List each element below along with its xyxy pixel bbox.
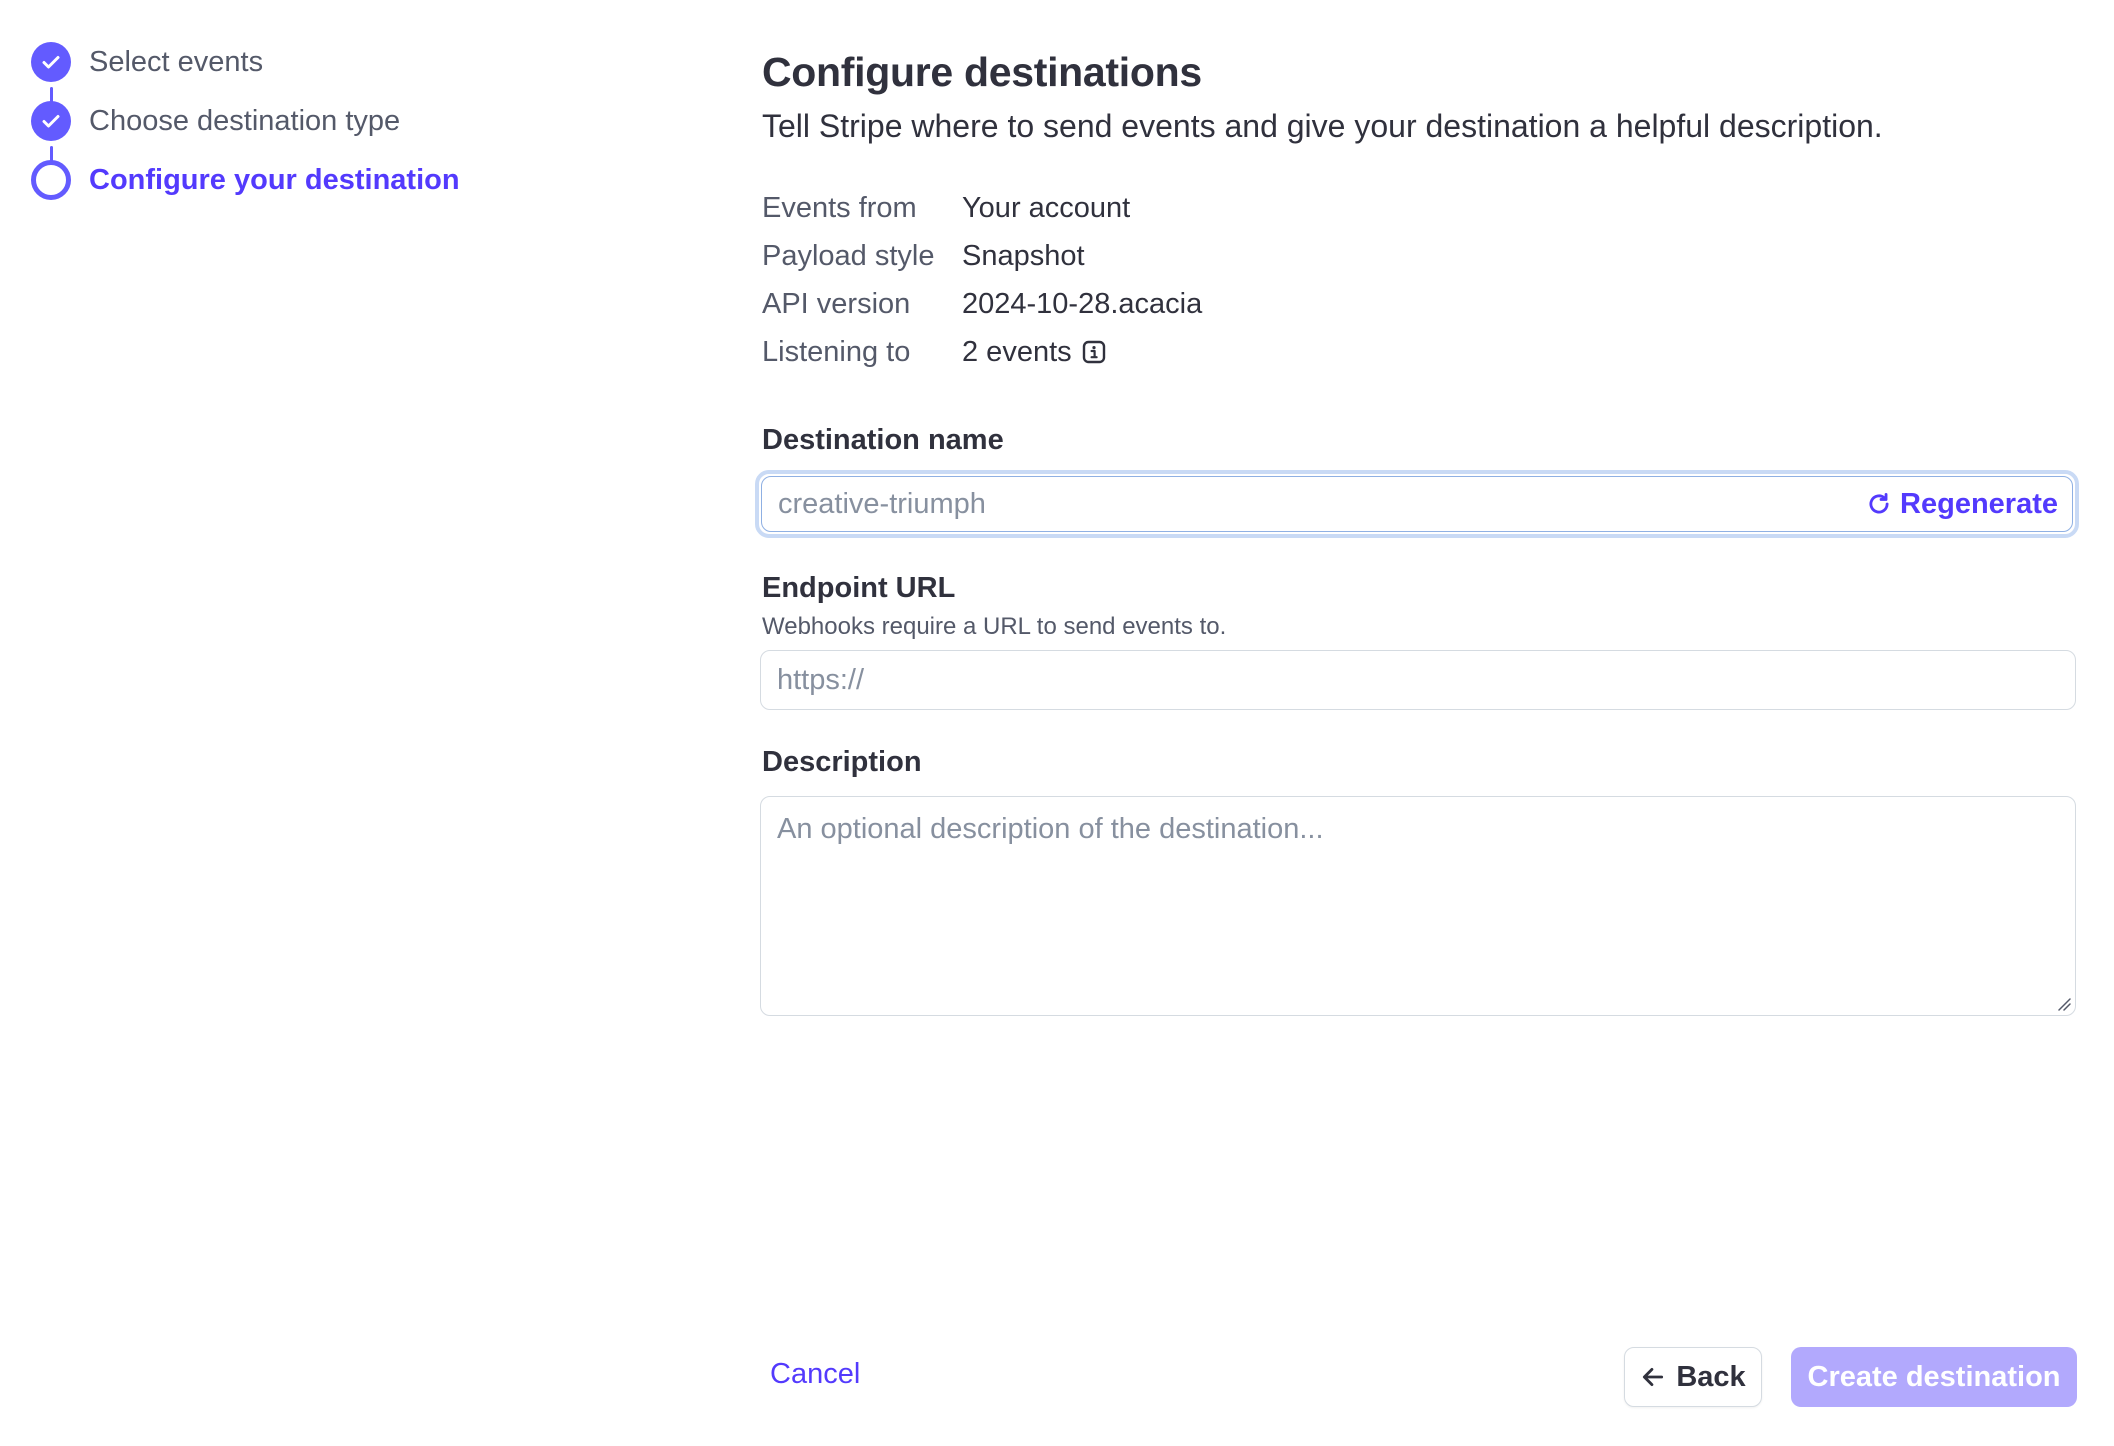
summary-key: Events from bbox=[762, 191, 917, 224]
main-content: Configure destinations Tell Stripe where… bbox=[755, 44, 2079, 1016]
ring-icon bbox=[31, 160, 71, 200]
destination-name-label: Destination name bbox=[762, 424, 1004, 456]
refresh-icon bbox=[1869, 493, 1889, 514]
destination-name-box: Regenerate bbox=[761, 476, 2073, 532]
step-label: Select events bbox=[89, 45, 264, 78]
summary-value: Snapshot bbox=[962, 239, 1085, 272]
check-icon bbox=[31, 101, 71, 141]
back-label: Back bbox=[1676, 1360, 1746, 1393]
back-button[interactable]: Back bbox=[1624, 1347, 1762, 1407]
step-choose-destination-type[interactable]: Choose destination type bbox=[31, 99, 400, 143]
step-configure-destination: Configure your destination bbox=[31, 158, 460, 202]
regenerate-button[interactable]: Regenerate bbox=[1866, 488, 2058, 521]
check-icon bbox=[31, 42, 71, 82]
step-label: Choose destination type bbox=[89, 104, 401, 137]
description-textarea[interactable] bbox=[777, 809, 2059, 1003]
summary-row-listening-to: Listening to 2 events bbox=[762, 328, 2078, 376]
description-box bbox=[760, 796, 2076, 1016]
create-destination-button[interactable]: Create destination bbox=[1791, 1347, 2077, 1407]
summary-key: Listening to bbox=[762, 335, 911, 368]
summary-value: 2 events bbox=[962, 335, 1072, 368]
page-subtitle: Tell Stripe where to send events and giv… bbox=[762, 108, 1883, 144]
step-select-events[interactable]: Select events bbox=[31, 40, 263, 84]
summary-list: Events from Your account Payload style S… bbox=[762, 184, 2078, 376]
regenerate-label: Regenerate bbox=[1900, 487, 2058, 520]
summary-key: Payload style bbox=[762, 239, 935, 272]
step-label: Configure your destination bbox=[89, 163, 460, 196]
endpoint-url-help: Webhooks require a URL to send events to… bbox=[762, 613, 1227, 640]
endpoint-url-input[interactable] bbox=[777, 663, 2059, 697]
info-icon[interactable] bbox=[1082, 340, 1106, 364]
summary-value-wrap: 2 events bbox=[962, 336, 1106, 369]
destination-name-focus-ring: Regenerate bbox=[755, 470, 2079, 538]
summary-row-payload-style: Payload style Snapshot bbox=[762, 232, 2078, 280]
endpoint-url-label: Endpoint URL bbox=[762, 572, 956, 604]
page-title: Configure destinations bbox=[762, 49, 1202, 95]
summary-key: API version bbox=[762, 287, 911, 320]
summary-row-api-version: API version 2024-10-28.acacia bbox=[762, 280, 2078, 328]
summary-value: 2024-10-28.acacia bbox=[962, 287, 1203, 320]
resize-handle-icon[interactable] bbox=[2057, 997, 2071, 1011]
summary-value: Your account bbox=[962, 191, 1131, 224]
description-label: Description bbox=[762, 746, 922, 778]
arrow-left-icon bbox=[1643, 1368, 1664, 1386]
destination-name-input[interactable] bbox=[778, 487, 1867, 521]
destination-name-field: Destination name Regenerate bbox=[755, 420, 2079, 538]
create-destination-page: Select events Choose destination type Co… bbox=[0, 0, 2114, 1446]
endpoint-url-field: Endpoint URL Webhooks require a URL to s… bbox=[760, 568, 2078, 710]
description-field: Description bbox=[760, 742, 2078, 1016]
summary-row-events-from: Events from Your account bbox=[762, 184, 2078, 232]
endpoint-url-box bbox=[760, 650, 2076, 710]
cancel-button[interactable]: Cancel bbox=[770, 1358, 860, 1391]
